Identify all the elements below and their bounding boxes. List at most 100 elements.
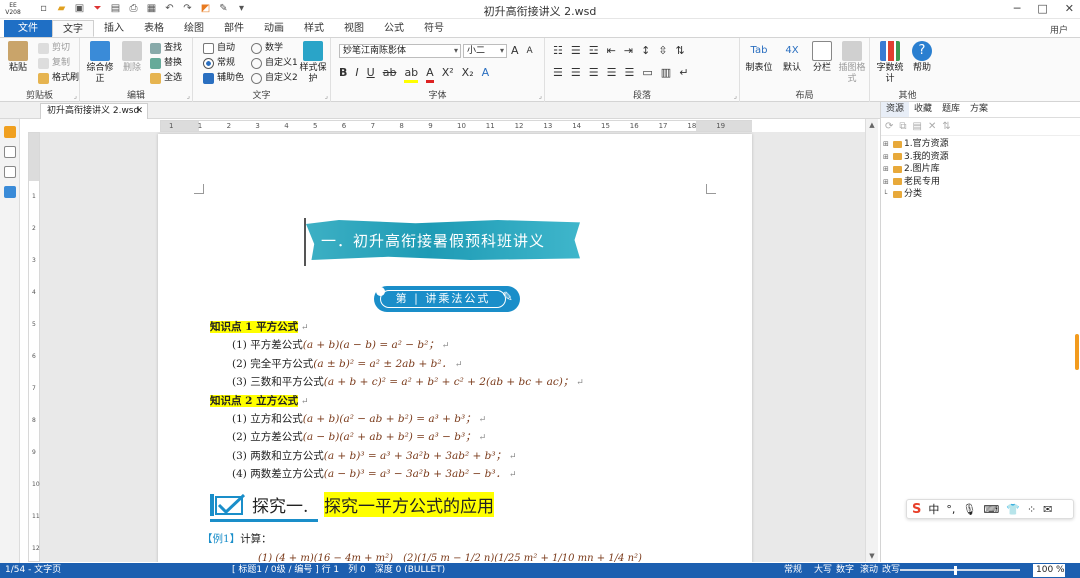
expand-icon[interactable]: ⊞: [883, 176, 891, 189]
tab-question-bank[interactable]: 题库: [937, 102, 965, 117]
bullet-list-icon[interactable]: ☷: [553, 44, 563, 58]
save-icon[interactable]: ▣: [73, 3, 86, 15]
punctuation-icon[interactable]: °,: [946, 503, 955, 516]
expand-icon[interactable]: ⊞: [883, 163, 891, 176]
launcher-icon[interactable]: ⌟: [187, 92, 190, 100]
page[interactable]: 一．初升高衔接暑假预科班讲义 第 | 讲乘法公式 ✎ 知识点 1 平方公式 ↵(…: [158, 134, 752, 562]
paste-button[interactable]: 粘贴: [2, 41, 34, 74]
help-button[interactable]: ? 帮助: [906, 41, 938, 74]
scroll-down-icon[interactable]: ▼: [866, 552, 878, 560]
brush-icon[interactable]: ✎: [217, 3, 230, 15]
vertical-ruler[interactable]: 1 2 3 4 5 6 7 8 9 10 11 12: [28, 132, 40, 562]
style-protect-button[interactable]: 样式保护: [299, 41, 327, 85]
zoom-slider[interactable]: [900, 569, 1020, 571]
zoom-level[interactable]: 100 %: [1033, 564, 1065, 577]
multilevel-list-icon[interactable]: ☲: [589, 44, 599, 58]
aux-color-checkbox[interactable]: 辅助色: [203, 72, 244, 84]
open-icon[interactable]: ▰: [55, 3, 68, 15]
effects-icon[interactable]: A: [482, 66, 490, 83]
shading-icon[interactable]: ▥: [661, 66, 671, 80]
tree-item[interactable]: ⊞ 3.我的资源: [883, 151, 1080, 164]
num-indicator[interactable]: 数字: [836, 563, 854, 578]
tab-insert[interactable]: 插入: [94, 20, 134, 37]
insert-format-button[interactable]: 插图格式: [836, 41, 868, 85]
redo-icon[interactable]: ↷: [181, 3, 194, 15]
side-handle[interactable]: [1075, 334, 1079, 370]
horizontal-ruler[interactable]: 1 1 2 3 4 5 6 7 8 9 10 11 12 13 14 15 16 17 18 19: [160, 120, 752, 132]
tree-item[interactable]: ⊞ 2.图片库: [883, 163, 1080, 176]
paste-icon[interactable]: ▤: [913, 121, 922, 132]
tab-animation[interactable]: 动画: [254, 20, 294, 37]
align-center-icon[interactable]: ☰: [571, 66, 581, 80]
italic-icon[interactable]: I: [355, 66, 358, 83]
font-name-select[interactable]: 妙笔江南陈影体: [339, 44, 461, 58]
tab-style[interactable]: 样式: [294, 20, 334, 37]
tree-item[interactable]: ⊞ 1.官方资源: [883, 138, 1080, 151]
launcher-icon[interactable]: ⌟: [325, 92, 328, 100]
undo-icon[interactable]: ↶: [163, 3, 176, 15]
tab-stop-button[interactable]: Tab 制表位: [742, 41, 776, 74]
pointer-icon[interactable]: [3, 126, 16, 138]
tab-view[interactable]: 视图: [334, 20, 374, 37]
bold-icon[interactable]: B: [339, 66, 347, 83]
normal-radio[interactable]: 常规: [203, 57, 235, 69]
copy-icon[interactable]: ⧉: [899, 121, 906, 132]
subscript-icon[interactable]: X₂: [462, 66, 474, 83]
font-color-icon[interactable]: A: [426, 66, 434, 83]
numbered-list-icon[interactable]: ☰: [571, 44, 581, 58]
more-icon[interactable]: ▾: [235, 3, 248, 15]
custom2-radio[interactable]: 自定义2: [251, 72, 298, 84]
maximize-button[interactable]: □: [1037, 0, 1047, 18]
font-size-select[interactable]: 小二: [463, 44, 507, 58]
justify-icon[interactable]: ☰: [607, 66, 617, 80]
export-icon[interactable]: ▦: [145, 3, 158, 15]
select-all-button[interactable]: 全选: [150, 72, 182, 84]
pdf-icon[interactable]: ⏷: [91, 3, 104, 15]
user-label[interactable]: 用户: [1050, 23, 1068, 36]
scroll-indicator[interactable]: 滚动: [860, 563, 878, 578]
expand-icon[interactable]: ⊞: [883, 138, 891, 151]
mode-indicator[interactable]: 常规: [784, 563, 802, 578]
caps-indicator[interactable]: 大写: [814, 563, 832, 578]
align-right-icon[interactable]: ☰: [589, 66, 599, 80]
shrink-font-icon[interactable]: A: [527, 44, 533, 58]
navigator-icon[interactable]: [3, 186, 16, 198]
print-icon[interactable]: ⎙: [127, 3, 140, 15]
paragraph-spacing-icon[interactable]: ⇳: [658, 44, 667, 58]
grow-font-icon[interactable]: A: [511, 44, 519, 58]
custom1-radio[interactable]: 自定义1: [251, 57, 298, 69]
skin-icon[interactable]: 👕: [1006, 503, 1020, 516]
strikethrough-icon[interactable]: ab: [383, 66, 397, 83]
copy-pages-icon[interactable]: [3, 166, 16, 178]
show-marks-icon[interactable]: ↵: [679, 66, 688, 80]
underline-icon[interactable]: U: [367, 66, 375, 83]
zoom-slider-thumb[interactable]: [954, 566, 957, 575]
word-count-button[interactable]: 字数统计: [874, 41, 906, 85]
toolbox-icon[interactable]: ⁘: [1027, 503, 1036, 516]
superscript-icon[interactable]: X²: [442, 66, 454, 83]
highlight-icon[interactable]: ab: [404, 66, 419, 83]
align-left-icon[interactable]: ☰: [553, 66, 563, 80]
default-button[interactable]: 4X 默认: [776, 41, 808, 74]
combined-fix-button[interactable]: 综合修正: [84, 41, 116, 85]
document-area[interactable]: 一．初升高衔接暑假预科班讲义 第 | 讲乘法公式 ✎ 知识点 1 平方公式 ↵(…: [40, 132, 865, 562]
tab-parts[interactable]: 部件: [214, 20, 254, 37]
border-icon[interactable]: ▭: [642, 66, 652, 80]
columns-button[interactable]: 分栏: [806, 41, 838, 74]
delete-icon[interactable]: ✕: [928, 121, 936, 132]
overwrite-indicator[interactable]: 改写: [882, 563, 900, 578]
chinese-mode-button[interactable]: 中: [928, 501, 939, 517]
keyboard-icon[interactable]: ⌨: [983, 503, 999, 516]
app-logo[interactable]: EE V208: [3, 1, 23, 18]
sort-icon[interactable]: ⇅: [942, 121, 950, 132]
document-tab[interactable]: 初升高衔接讲义 2.wsd ✕: [40, 103, 148, 119]
tab-formula[interactable]: 公式: [374, 20, 414, 37]
distribute-icon[interactable]: ☰: [625, 66, 635, 80]
tree-item[interactable]: ⊞ 老民专用: [883, 176, 1080, 189]
tab-text[interactable]: 文字: [52, 20, 94, 37]
pages-icon[interactable]: [3, 146, 16, 158]
vertical-scrollbar[interactable]: ▲ ▼: [865, 119, 878, 562]
microphone-icon[interactable]: 🎙: [962, 503, 976, 516]
launcher-icon[interactable]: ⌟: [74, 92, 77, 100]
tab-schemes[interactable]: 方案: [965, 102, 993, 117]
